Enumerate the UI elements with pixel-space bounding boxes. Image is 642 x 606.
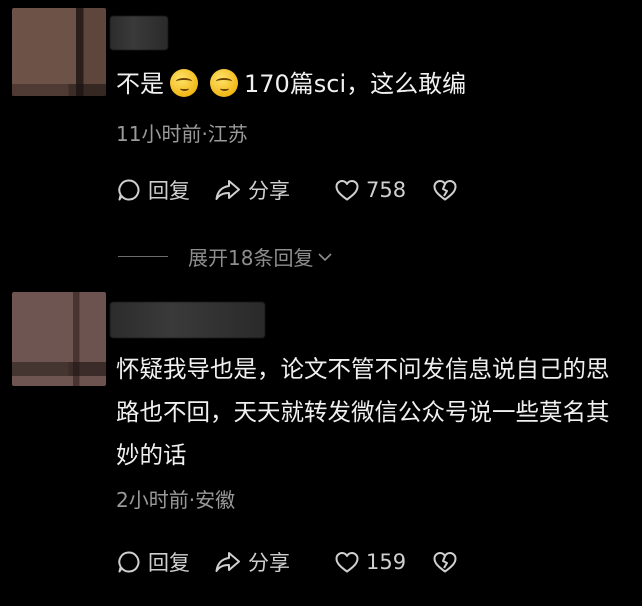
like-count: 758: [366, 178, 407, 202]
reply-label: 回复: [148, 551, 190, 575]
share-button[interactable]: 分享: [214, 175, 334, 205]
comment-text-part: 不是: [116, 70, 164, 98]
like-button[interactable]: 758: [334, 178, 432, 202]
like-count: 159: [366, 550, 407, 574]
smile-emoji-icon: [170, 69, 198, 97]
share-icon: [215, 180, 240, 200]
reply-label: 回复: [148, 179, 190, 203]
share-icon: [215, 552, 240, 572]
heart-icon: [335, 180, 359, 201]
comment-item: 怀疑我导也是，论文不管不问发信息说自己的思路也不回，天天就转发微信公众号说一些莫…: [0, 290, 642, 606]
comment-meta: 11小时前·江苏: [116, 122, 248, 146]
share-button[interactable]: 分享: [214, 547, 334, 577]
reply-button[interactable]: 回复: [116, 547, 214, 577]
chevron-down-icon: [318, 252, 333, 261]
avatar[interactable]: [12, 292, 106, 386]
comment-actions: 回复 分享 159: [116, 547, 458, 577]
reply-button[interactable]: 回复: [116, 175, 214, 205]
username-redacted[interactable]: [110, 302, 265, 338]
username-redacted[interactable]: [110, 16, 168, 50]
comment-text: 不是 170篇sci，这么敢编: [116, 64, 622, 104]
share-label: 分享: [248, 551, 290, 575]
divider: [118, 256, 168, 257]
comment-actions: 回复 分享 758: [116, 175, 458, 205]
broken-heart-icon: [433, 180, 457, 201]
comment-text-part: 170篇sci，这么敢编: [244, 70, 467, 98]
reply-icon: [118, 551, 140, 573]
comment-item: 不是 170篇sci，这么敢编 11小时前·江苏 回复 分享 758 展开18条…: [0, 0, 642, 270]
broken-heart-icon: [433, 552, 457, 573]
comment-meta: 2小时前·安徽: [116, 488, 236, 512]
reply-icon: [118, 179, 140, 201]
avatar[interactable]: [12, 8, 106, 96]
smile-emoji-icon: [210, 69, 238, 97]
expand-replies-label: 展开18条回复: [188, 246, 314, 270]
dislike-button[interactable]: [432, 178, 458, 202]
heart-icon: [335, 552, 359, 573]
dislike-button[interactable]: [432, 550, 458, 574]
like-button[interactable]: 159: [334, 550, 432, 574]
expand-replies[interactable]: 展开18条回复: [118, 242, 333, 271]
share-label: 分享: [248, 179, 290, 203]
comment-text: 怀疑我导也是，论文不管不问发信息说自己的思路也不回，天天就转发微信公众号说一些莫…: [116, 355, 610, 469]
